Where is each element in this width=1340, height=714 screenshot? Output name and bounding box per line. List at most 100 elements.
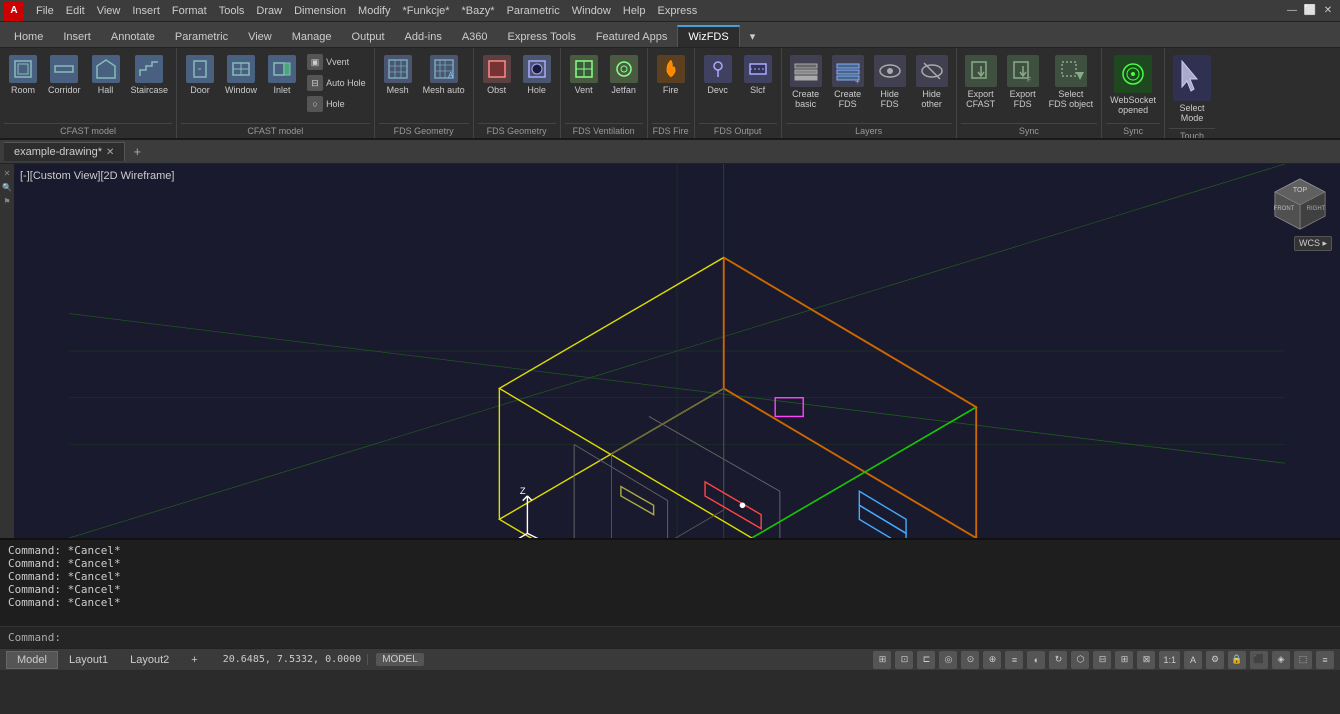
tab-manage[interactable]: Manage	[282, 26, 342, 47]
menu-parametric[interactable]: Parametric	[501, 3, 566, 19]
tab-view[interactable]: View	[238, 26, 282, 47]
tab-add-ins[interactable]: Add-ins	[395, 26, 452, 47]
ribbon-btn-jetfan[interactable]: Jetfan	[605, 52, 643, 98]
handle-3[interactable]: ⚑	[2, 196, 12, 206]
tab-insert[interactable]: Insert	[53, 26, 101, 47]
lineweight-icon[interactable]: ≡	[1005, 651, 1023, 669]
restore-button[interactable]: ⬜	[1302, 3, 1318, 19]
minimize-button[interactable]: —	[1284, 3, 1300, 19]
custom-icon[interactable]: ≡	[1316, 651, 1334, 669]
polar-icon[interactable]: ◎	[939, 651, 957, 669]
ribbon-btn-hole[interactable]: ○ Hole	[303, 94, 370, 114]
menu-tools[interactable]: Tools	[213, 3, 251, 19]
otrack-icon[interactable]: ⊕	[983, 651, 1001, 669]
ribbon-btn-create-fds[interactable]: + CreateFDS	[828, 52, 868, 112]
fullscreen-icon[interactable]: ⬚	[1294, 651, 1312, 669]
tab-parametric[interactable]: Parametric	[165, 26, 238, 47]
ribbon-btn-door[interactable]: Door	[181, 52, 219, 98]
ribbon-btn-devc[interactable]: Devc	[699, 52, 737, 98]
fds-fire-label: FDS Fire	[652, 123, 690, 138]
ribbon-btn-vvent[interactable]: ▣ Vvent	[303, 52, 370, 72]
close-doc-tab[interactable]: ✕	[106, 147, 114, 158]
ribbon-btn-export-cfast[interactable]: ExportCFAST	[961, 52, 1001, 112]
ribbon-btn-staircase[interactable]: Staircase	[127, 52, 173, 98]
ribbon-btn-hall[interactable]: Hall	[87, 52, 125, 98]
tab-a360[interactable]: A360	[452, 26, 498, 47]
devc-icon	[704, 55, 732, 83]
close-button[interactable]: ✕	[1320, 3, 1336, 19]
ribbon-btn-mesh-auto[interactable]: A Mesh auto	[419, 52, 469, 98]
ribbon-btn-select-fds-obj[interactable]: SelectFDS object	[1045, 52, 1098, 112]
ribbon-btn-corridor[interactable]: Corridor	[44, 52, 85, 98]
new-tab-button[interactable]: +	[125, 141, 149, 162]
isolate-icon[interactable]: ◈	[1272, 651, 1290, 669]
sel-cycle-icon[interactable]: ↻	[1049, 651, 1067, 669]
wcs-label[interactable]: WCS ▸	[1294, 236, 1332, 251]
ribbon-btn-obst[interactable]: Obst	[478, 52, 516, 98]
menu-view[interactable]: View	[91, 3, 127, 19]
create-basic-icon	[790, 55, 822, 87]
menu-file[interactable]: File	[30, 3, 60, 19]
transparency-icon[interactable]: ◐	[1027, 651, 1045, 669]
tab-express-tools[interactable]: Express Tools	[498, 26, 586, 47]
snap-icon[interactable]: ⊡	[895, 651, 913, 669]
menu-dimension[interactable]: Dimension	[288, 3, 352, 19]
dyn-input-icon[interactable]: ⊞	[1115, 651, 1133, 669]
ribbon-btn-slcf[interactable]: Slcf	[739, 52, 777, 98]
lock-icon[interactable]: 🔒	[1228, 651, 1246, 669]
3d-osnap-icon[interactable]: ⬡	[1071, 651, 1089, 669]
doc-tab-example[interactable]: example-drawing* ✕	[4, 142, 125, 161]
quickprop-icon[interactable]: ⊠	[1137, 651, 1155, 669]
ribbon-btn-export-fds[interactable]: F ExportFDS	[1003, 52, 1043, 112]
dyn-ucs-icon[interactable]: ⊟	[1093, 651, 1111, 669]
status-tab-model[interactable]: Model	[6, 651, 58, 669]
status-tab-new[interactable]: +	[180, 651, 208, 669]
menu-bazy[interactable]: *Bazy*	[456, 3, 501, 19]
ribbon-btn-hide-fds[interactable]: HideFDS	[870, 52, 910, 112]
status-tab-layout2[interactable]: Layout2	[119, 651, 180, 669]
svg-text:F: F	[1027, 77, 1031, 84]
menu-express[interactable]: Express	[652, 3, 704, 19]
menu-draw[interactable]: Draw	[250, 3, 288, 19]
hardware-accel-icon[interactable]: ⬛	[1250, 651, 1268, 669]
command-input[interactable]	[65, 631, 1332, 644]
status-tabs: Model Layout1 Layout2 +	[6, 651, 209, 669]
viewport-cube[interactable]: TOP RIGHT FRONT	[1270, 174, 1330, 234]
tab-annotate[interactable]: Annotate	[101, 26, 165, 47]
handle-2[interactable]: 🔍	[2, 182, 12, 192]
menu-edit[interactable]: Edit	[60, 3, 91, 19]
menu-help[interactable]: Help	[617, 3, 652, 19]
tab-more[interactable]: ▾	[740, 25, 766, 47]
menu-insert[interactable]: Insert	[126, 3, 166, 19]
ribbon-btn-websocket[interactable]: WebSocketopened	[1106, 52, 1160, 118]
ribbon-btn-fire[interactable]: Fire	[652, 52, 690, 98]
ribbon-btn-select-mode[interactable]: SelectMode	[1169, 52, 1215, 126]
ribbon-btn-inlet[interactable]: Inlet	[263, 52, 301, 98]
ribbon-btn-autohole[interactable]: ⊟ Auto Hole	[303, 73, 370, 93]
ribbon-btn-create-basic[interactable]: Createbasic	[786, 52, 826, 112]
menu-funkcje[interactable]: *Funkcje*	[396, 3, 455, 19]
workspace-icon[interactable]: ⚙	[1206, 651, 1224, 669]
fds-geo-label: FDS Geometry	[379, 123, 469, 138]
grid-icon[interactable]: ⊞	[873, 651, 891, 669]
menu-modify[interactable]: Modify	[352, 3, 396, 19]
menu-window[interactable]: Window	[566, 3, 617, 19]
app-icon[interactable]: A	[4, 1, 24, 21]
tab-home[interactable]: Home	[4, 26, 53, 47]
ribbon-group-doors: Door Window Inlet ▣ Vvent ⊟	[177, 48, 375, 138]
ribbon-btn-window[interactable]: Window	[221, 52, 261, 98]
annotation-icon[interactable]: A	[1184, 651, 1202, 669]
handle-1[interactable]: ✕	[2, 168, 12, 178]
tab-featured-apps[interactable]: Featured Apps	[586, 26, 678, 47]
tab-wizfds[interactable]: WizFDS	[677, 25, 739, 47]
ribbon-btn-room[interactable]: Room	[4, 52, 42, 98]
ribbon-btn-vent[interactable]: Vent	[565, 52, 603, 98]
tab-output[interactable]: Output	[342, 26, 395, 47]
ortho-icon[interactable]: ⊏	[917, 651, 935, 669]
ribbon-btn-hole2[interactable]: Hole	[518, 52, 556, 98]
osnap-icon[interactable]: ⊙	[961, 651, 979, 669]
status-tab-layout1[interactable]: Layout1	[58, 651, 119, 669]
menu-format[interactable]: Format	[166, 3, 213, 19]
ribbon-btn-mesh[interactable]: Mesh	[379, 52, 417, 98]
ribbon-btn-hide-other[interactable]: Hideother	[912, 52, 952, 112]
